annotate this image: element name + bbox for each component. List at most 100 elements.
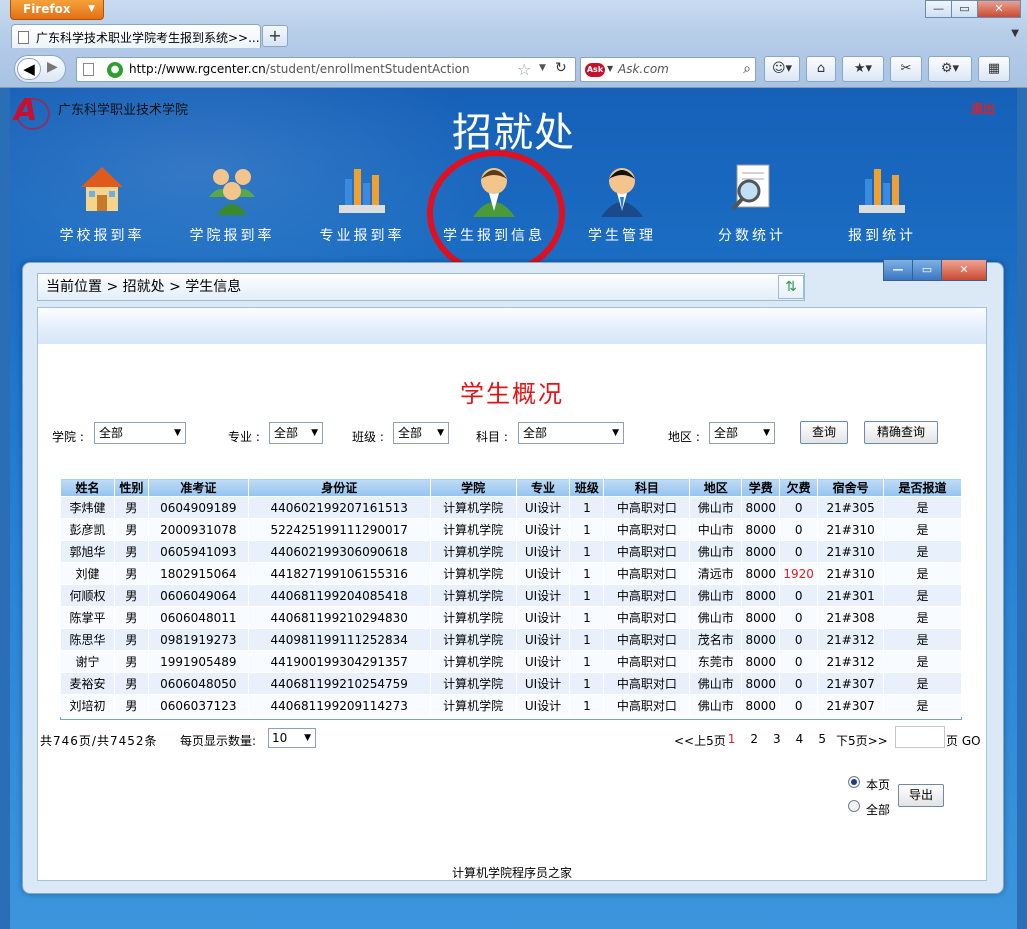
nav-student-management[interactable]: 学生管理: [562, 163, 682, 245]
college-select[interactable]: 全部 ▼: [94, 422, 186, 444]
table-cell: 计算机学院: [429, 496, 517, 519]
table-cell: UI设计: [515, 562, 571, 585]
nav-score-statistics[interactable]: 分数统计: [692, 163, 812, 245]
table-cell: 8000: [741, 518, 781, 541]
table-cell: 计算机学院: [429, 694, 517, 717]
content-header-bar: [38, 308, 986, 344]
browser-tab[interactable]: 广东科学技术职业学院考生报到系统>>...: [11, 24, 261, 48]
forward-button[interactable]: ▶: [47, 59, 58, 75]
history-dropdown-icon[interactable]: ▼: [539, 63, 546, 73]
refresh-icon[interactable]: ⇅: [778, 275, 804, 299]
chevron-down-icon: ▼: [174, 428, 181, 438]
table-cell: 男: [113, 562, 149, 585]
table-cell: 440602199306090618: [247, 540, 431, 563]
table-row[interactable]: 刘健男 1802915064 441827199106155316 计算机学院 UI设计…: [60, 562, 962, 585]
table-cell: 0606048011: [147, 606, 249, 629]
table-cell: 21#307: [817, 694, 885, 717]
page-link[interactable]: 2: [750, 732, 758, 746]
back-button[interactable]: ◀: [17, 58, 41, 80]
firefox-menu-button[interactable]: Firefox ▼: [10, 0, 104, 20]
go-button[interactable]: GO: [962, 734, 981, 748]
page-link[interactable]: 3: [773, 732, 781, 746]
table-cell: 440681199204085418: [247, 584, 431, 607]
subject-select[interactable]: 全部 ▼: [518, 422, 624, 444]
next-5-pages-link[interactable]: 下5页>>: [836, 732, 888, 749]
table-row[interactable]: 陈掌平男 0606048011 440681199210294830 计算机学院 UI设…: [60, 606, 962, 629]
maximize-button[interactable]: ▭: [912, 259, 942, 281]
table-row[interactable]: 谢宁男 1991905489 441900199304291357 计算机学院 UI设计…: [60, 650, 962, 673]
nav-report-statistics[interactable]: 报到统计: [822, 163, 942, 245]
tools-button[interactable]: ⚙▾: [928, 56, 972, 82]
table-row[interactable]: 麦裕安男 0606048050 440681199210254759 计算机学院 UI设…: [60, 672, 962, 695]
table-cell: 陈掌平: [60, 606, 115, 629]
table-row[interactable]: 李炜健男 0604909189 440602199207161513 计算机学院 UI设…: [60, 496, 962, 519]
table-row[interactable]: 刘培初男 0606037123 440681199209114273 计算机学院 UI设…: [60, 694, 962, 717]
nav-college-rate[interactable]: 学院报到率: [172, 163, 292, 245]
close-button[interactable]: ✕: [941, 259, 987, 281]
table-cell: 是: [883, 628, 962, 651]
page-link[interactable]: 5: [818, 732, 826, 746]
page-link[interactable]: 4: [796, 732, 804, 746]
scissors-icon[interactable]: ✂: [890, 56, 922, 82]
chevron-down-icon[interactable]: ▼: [607, 64, 613, 73]
table-cell: 0: [779, 628, 819, 651]
column-header: 性别: [113, 478, 149, 497]
table-cell: 0: [779, 672, 819, 695]
close-button[interactable]: ✕: [977, 0, 1021, 18]
table-row[interactable]: 陈思华男 0981919273 440981199111252834 计算机学院 UI设…: [60, 628, 962, 651]
search-input[interactable]: Ask.com: [618, 62, 669, 76]
search-bar[interactable]: Ask ▼ Ask.com ⌕: [580, 57, 756, 82]
table-cell: 8000: [741, 562, 781, 585]
back-forward-group: ◀ ▶: [14, 55, 66, 83]
windows-icon[interactable]: ▦: [978, 56, 1010, 82]
per-page-select[interactable]: 10 ▼: [268, 728, 316, 748]
bookmarks-menu-button[interactable]: ★▾: [842, 56, 884, 82]
table-cell: 1: [569, 562, 605, 585]
prev-5-pages-link[interactable]: <<上5页: [674, 732, 726, 749]
table-cell: 男: [113, 628, 149, 651]
table-cell: 刘健: [60, 562, 115, 585]
address-bar[interactable]: ● http://www.rgcenter.cn/student/enrollm…: [76, 57, 576, 82]
table-cell: UI设计: [515, 496, 571, 519]
export-button[interactable]: 导出: [898, 784, 944, 807]
chevron-down-icon: ▼: [88, 4, 95, 14]
minimize-button[interactable]: —: [925, 0, 952, 18]
table-row[interactable]: 何顺权男 0606049064 440681199204085418 计算机学院 UI设…: [60, 584, 962, 607]
addon-button[interactable]: ☺▾: [764, 56, 800, 82]
table-cell: 8000: [741, 606, 781, 629]
table-row[interactable]: 郭旭华男 0605941093 440602199306090618 计算机学院 UI设…: [60, 540, 962, 563]
search-icon[interactable]: ⌕: [743, 61, 751, 77]
page-number-input[interactable]: [895, 726, 945, 748]
major-filter-label: 专业 :: [228, 430, 260, 444]
export-all-radio[interactable]: [848, 800, 860, 812]
table-cell: 中高职对口: [603, 606, 691, 629]
table-cell: 彭彦凯: [60, 518, 115, 541]
table-cell: 计算机学院: [429, 628, 517, 651]
query-button[interactable]: 查询: [800, 421, 848, 444]
nav-school-rate[interactable]: 学校报到率: [42, 163, 162, 245]
new-tab-button[interactable]: +: [262, 25, 288, 47]
url-text[interactable]: http://www.rgcenter.cn/student/enrollmen…: [129, 62, 470, 76]
web-page: A 广东科学职业技术学院 退出 招就处 学校报到率 学院报到率 专业报到率 学生…: [10, 88, 1017, 929]
home-icon[interactable]: ⌂: [806, 56, 836, 82]
table-cell: 0: [779, 650, 819, 673]
table-cell: 计算机学院: [429, 650, 517, 673]
reload-icon[interactable]: ↻: [555, 60, 567, 76]
exact-query-button[interactable]: 精确查询: [864, 421, 938, 444]
table-cell: 440681199210254759: [247, 672, 431, 695]
maximize-button[interactable]: ▭: [951, 0, 978, 18]
nav-major-rate[interactable]: 专业报到率: [302, 163, 422, 245]
export-this-page-radio[interactable]: [848, 776, 860, 788]
table-cell: 是: [883, 518, 962, 541]
column-header: 姓名: [60, 478, 115, 497]
column-header: 准考证: [147, 478, 249, 497]
page-link[interactable]: 1: [728, 732, 736, 746]
major-select[interactable]: 全部 ▼: [269, 422, 323, 444]
search-engine-icon[interactable]: Ask: [585, 63, 605, 77]
class-select[interactable]: 全部 ▼: [393, 422, 449, 444]
region-select[interactable]: 全部 ▼: [709, 422, 775, 444]
table-row[interactable]: 彭彦凯男 2000931078 522425199111290017 计算机学院 UI设…: [60, 518, 962, 541]
bookmark-star-icon[interactable]: ☆: [517, 60, 531, 79]
tab-list-chevron-icon[interactable]: ▼: [1011, 28, 1019, 39]
minimize-button[interactable]: —: [883, 259, 913, 281]
